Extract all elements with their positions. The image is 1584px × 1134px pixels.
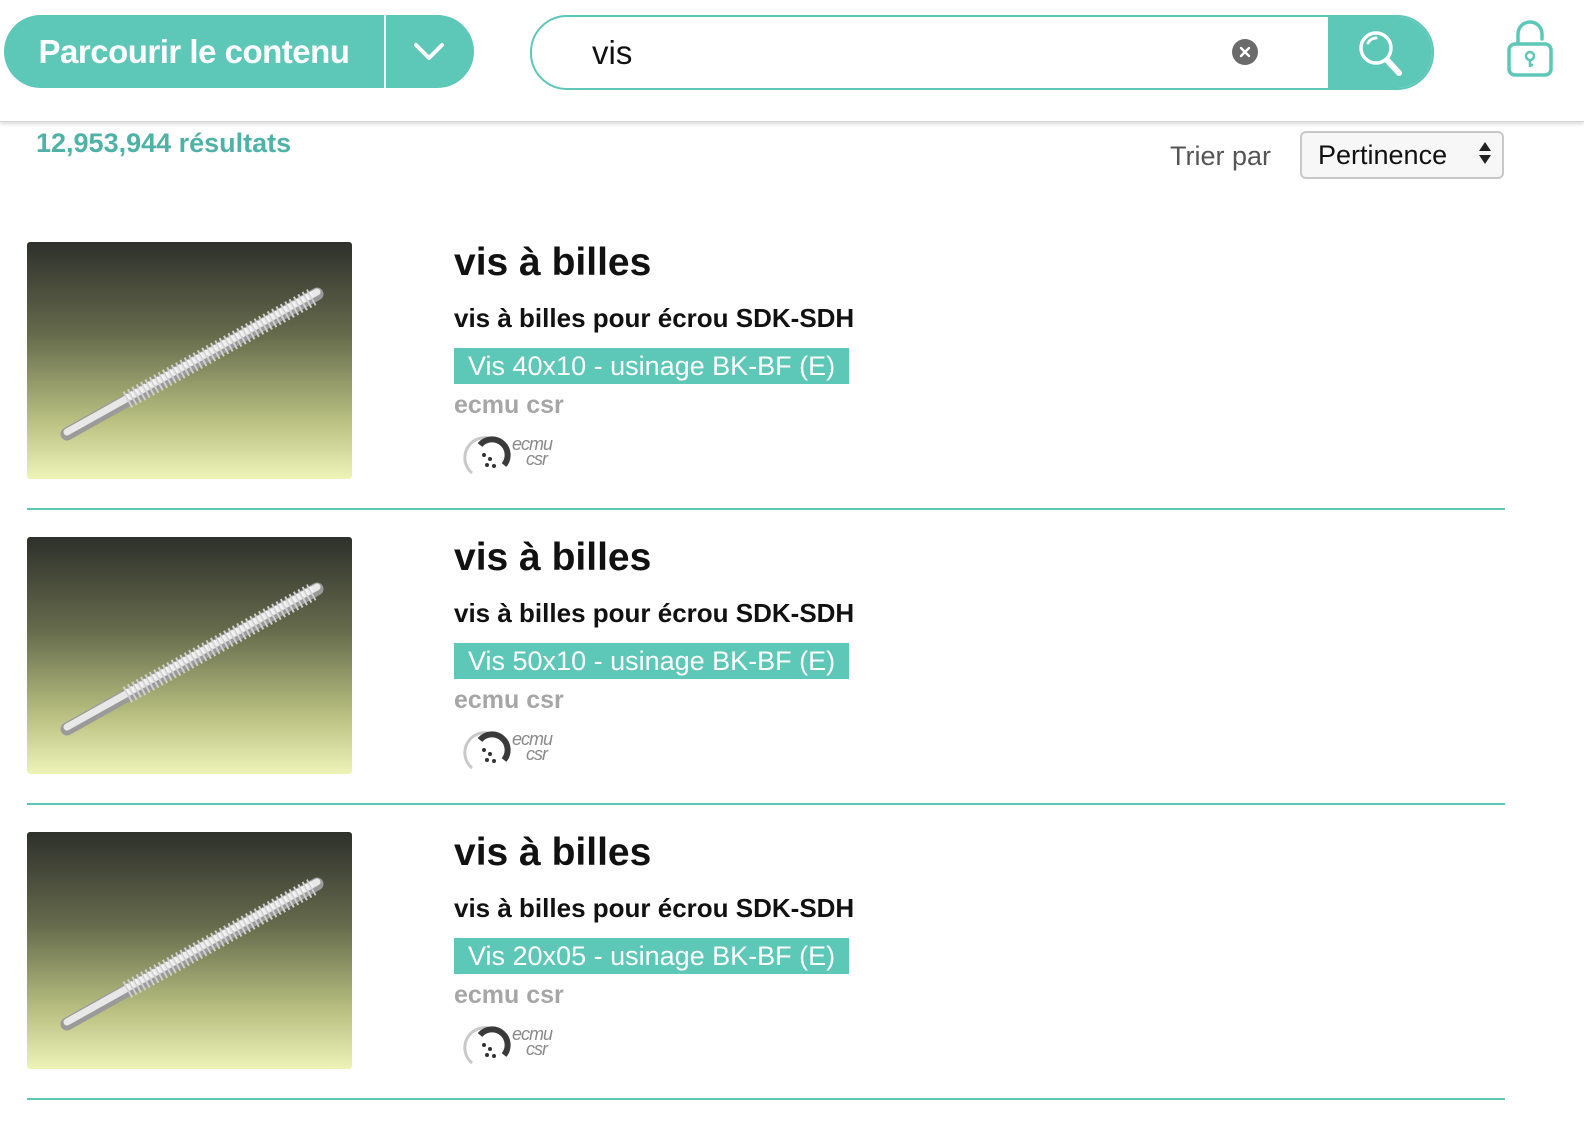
sort-arrows-icon xyxy=(1478,140,1492,171)
vendor-logo[interactable]: ecmu csr xyxy=(462,435,562,479)
vendor-logo-text: ecmu csr xyxy=(512,729,553,764)
result-thumbnail[interactable] xyxy=(27,832,352,1069)
result-thumbnail[interactable] xyxy=(27,537,352,774)
result-subtitle: vis à billes pour écrou SDK-SDH xyxy=(454,893,855,923)
vendor-logo-text: ecmu csr xyxy=(512,434,553,469)
sort-selected-value: Pertinence xyxy=(1318,139,1448,170)
result-subtitle: vis à billes pour écrou SDK-SDH xyxy=(454,303,855,333)
browse-content-button[interactable]: Parcourir le contenu xyxy=(4,15,474,88)
lock-icon[interactable] xyxy=(1505,18,1555,78)
chevron-down-icon[interactable] xyxy=(386,15,472,88)
vendor-logo[interactable]: ecmu csr xyxy=(462,1025,562,1069)
result-title[interactable]: vis à billes xyxy=(454,241,651,285)
result-item: vis à billes vis à billes pour écrou SDK… xyxy=(27,803,1505,1100)
sort-select[interactable]: Pertinence xyxy=(1300,131,1504,179)
search-bar xyxy=(530,15,1434,90)
search-input[interactable] xyxy=(590,25,1214,81)
vendor-logo-text: ecmu csr xyxy=(512,1024,553,1059)
result-title[interactable]: vis à billes xyxy=(454,831,651,875)
clear-icon[interactable] xyxy=(1232,39,1258,65)
vendor-logo-mark-icon xyxy=(463,436,511,475)
result-item: vis à billes vis à billes pour écrou SDK… xyxy=(27,508,1505,805)
vendor-logo-mark-icon xyxy=(463,1026,511,1065)
result-vendor: ecmu csr xyxy=(454,686,564,714)
top-bar: Parcourir le contenu xyxy=(0,0,1584,122)
results-count: 12,953,944 résultats xyxy=(36,128,292,158)
vendor-logo[interactable]: ecmu csr xyxy=(462,730,562,774)
browse-divider xyxy=(384,15,386,88)
search-icon xyxy=(1359,30,1402,76)
result-item: vis à billes vis à billes pour écrou SDK… xyxy=(27,213,1505,510)
result-variant-tag[interactable]: Vis 20x05 - usinage BK-BF (E) xyxy=(454,938,850,974)
vendor-logo-mark-icon xyxy=(463,731,511,770)
result-title[interactable]: vis à billes xyxy=(454,536,651,580)
browse-content-label: Parcourir le contenu xyxy=(38,32,350,70)
sort-label: Trier par xyxy=(1170,141,1272,171)
search-button[interactable] xyxy=(1328,17,1432,88)
result-subtitle: vis à billes pour écrou SDK-SDH xyxy=(454,598,855,628)
result-vendor: ecmu csr xyxy=(454,391,564,419)
result-variant-tag[interactable]: Vis 50x10 - usinage BK-BF (E) xyxy=(454,643,850,679)
result-thumbnail[interactable] xyxy=(27,242,352,479)
result-vendor: ecmu csr xyxy=(454,981,564,1009)
result-variant-tag[interactable]: Vis 40x10 - usinage BK-BF (E) xyxy=(454,348,850,384)
